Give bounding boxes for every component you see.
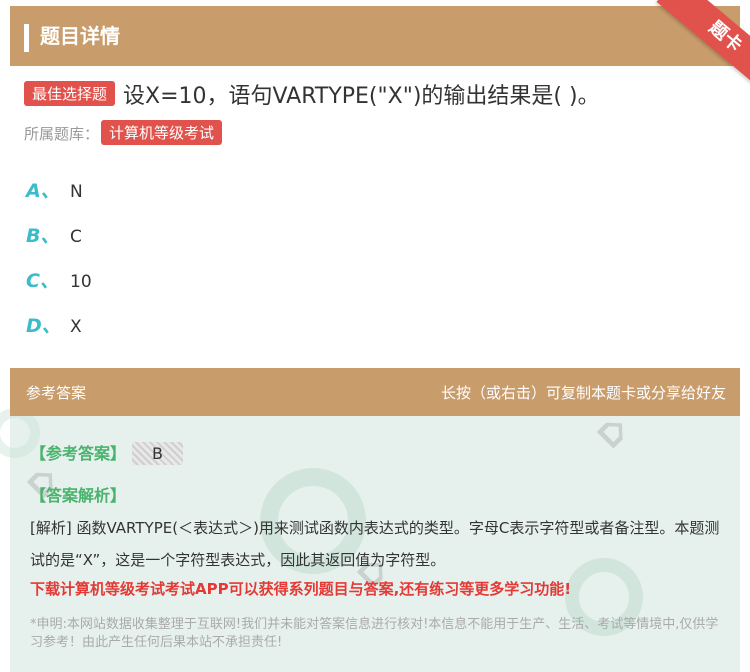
option-letter: C、	[26, 270, 59, 292]
header-bar: 题目详情	[10, 6, 740, 66]
option-text: 10	[70, 272, 92, 292]
option-letter: D、	[26, 315, 61, 337]
option-c[interactable]: C、 10	[26, 266, 92, 293]
reference-answer: 【参考答案】 B	[30, 440, 183, 465]
page-title: 题目详情	[40, 24, 120, 48]
header-accent	[24, 24, 29, 52]
reference-answer-value: B	[132, 442, 183, 465]
option-text: C	[70, 227, 82, 247]
option-a[interactable]: A、 N	[26, 176, 83, 203]
reference-answer-label: 【参考答案】	[30, 444, 127, 463]
question-bank: 所属题库： 计算机等级考试	[24, 120, 230, 145]
question-text: 设X=10，语句VARTYPE("X")的输出结果是( )。	[123, 84, 600, 109]
download-promo-link[interactable]: 下载计算机等级考试考试APP可以获得系列题目与答案,还有练习等更多学习功能!	[30, 578, 571, 599]
option-text: N	[70, 182, 83, 202]
question-type-badge: 最佳选择题	[24, 81, 116, 106]
answer-bar: 参考答案 长按（或右击）可复制本题卡或分享给好友	[10, 368, 740, 416]
option-d[interactable]: D、 X	[26, 311, 82, 338]
analysis-text: [解析] 函数VARTYPE(＜表达式＞)用来测试函数内表达式的类型。字母C表示…	[30, 519, 720, 569]
share-hint[interactable]: 长按（或右击）可复制本题卡或分享给好友	[441, 382, 726, 403]
answer-panel: ⌂ ⌂ ⌂ 参考答案 长按（或右击）可复制本题卡或分享给好友 【参考答案】 B 【…	[0, 368, 740, 672]
option-text: X	[70, 317, 82, 337]
option-letter: A、	[26, 180, 60, 202]
ribbon-corner: 题卡	[640, 0, 750, 90]
answer-bar-title: 参考答案	[26, 384, 87, 402]
ribbon-label[interactable]: 题卡	[656, 0, 750, 90]
bank-tag[interactable]: 计算机等级考试	[101, 120, 223, 145]
option-letter: B、	[26, 225, 60, 247]
bank-label: 所属题库：	[24, 125, 100, 143]
analysis-label: 【答案解析】	[30, 486, 127, 505]
option-b[interactable]: B、 C	[26, 221, 82, 248]
question-stem: 最佳选择题 设X=10，语句VARTYPE("X")的输出结果是( )。	[24, 78, 734, 110]
disclaimer: *申明:本网站数据收集整理于互联网!我们并未能对答案信息进行核对!本信息不能用于…	[30, 617, 719, 650]
